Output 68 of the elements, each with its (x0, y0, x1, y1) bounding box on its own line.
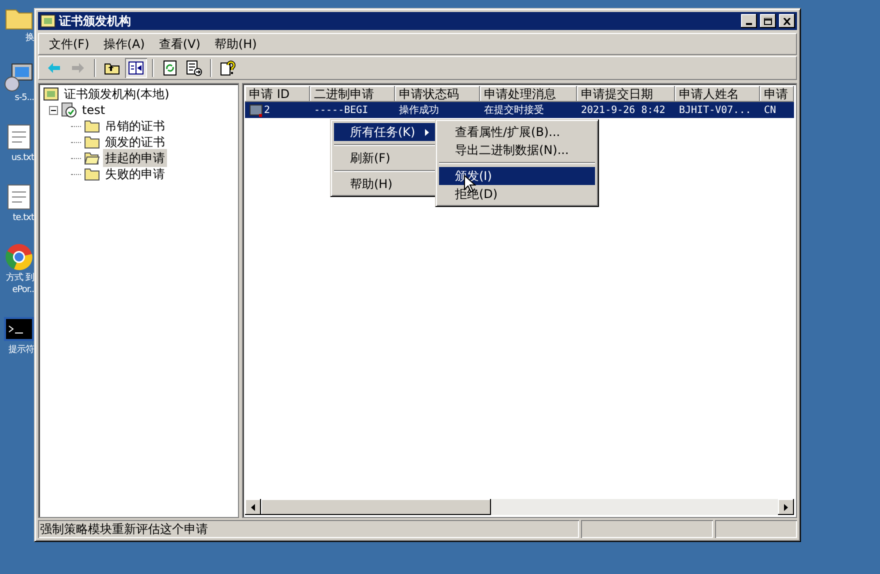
request-icon (249, 104, 263, 116)
folder-icon (84, 119, 100, 133)
computer-icon (4, 62, 34, 92)
toolbar-button[interactable] (125, 58, 147, 78)
column-header[interactable]: 申请处理消息 (480, 86, 577, 102)
desktop-icon-label[interactable]: ePor.. (12, 284, 34, 296)
menu-bar-item[interactable]: 查看(V) (152, 35, 206, 53)
forward-arrow-icon (70, 60, 86, 76)
table-cell-text: CN (764, 104, 776, 118)
tree-item[interactable]: 证书颁发机构(本地) (62, 85, 172, 103)
desktop-icon-label[interactable]: 方式 到 (6, 272, 34, 284)
submenu-arrow-icon (425, 128, 429, 136)
tree-item[interactable]: 挂起的申请 (103, 149, 167, 167)
menu-bar-item[interactable]: 操作(A) (97, 35, 151, 53)
export-list-icon (186, 60, 202, 76)
tree-item[interactable]: 吊销的证书 (103, 117, 167, 135)
left-arrow-icon (251, 504, 255, 510)
column-header[interactable]: 二进制申请 (310, 86, 395, 102)
desktop-icon-label[interactable]: us.txt (11, 152, 34, 164)
scrollbar-thumb[interactable] (261, 499, 491, 515)
column-header[interactable]: 申请 (760, 86, 794, 102)
tree-item[interactable]: 颁发的证书 (103, 133, 167, 151)
open-folder-icon (84, 151, 100, 165)
scroll-right-button[interactable] (778, 499, 794, 515)
folder-icon (84, 167, 100, 181)
panel-toggle-icon (128, 60, 144, 76)
table-cell-text: 2 (264, 104, 270, 118)
maximize-button[interactable] (760, 14, 776, 28)
right-arrow-icon (784, 504, 788, 510)
menu-item[interactable]: 帮助(H) (334, 175, 435, 193)
tree-item[interactable]: 失败的申请 (103, 165, 167, 183)
table-cell-text: BJHIT-V07... (679, 104, 752, 118)
minimize-button[interactable] (741, 14, 757, 28)
close-icon (783, 18, 791, 24)
menu-bar-item[interactable]: 帮助(H) (208, 35, 263, 53)
menu-item[interactable]: 导出二进制数据(N)... (439, 141, 595, 159)
maximize-icon (764, 18, 772, 24)
column-header[interactable]: 申请人姓名 (675, 86, 760, 102)
table-cell-text: 操作成功 (399, 104, 439, 118)
scroll-left-button[interactable] (245, 499, 261, 515)
terminal-icon (4, 314, 34, 344)
table-cell-text: 2021-9-26 8:42 (581, 104, 666, 118)
certificate-authority-icon (43, 86, 59, 102)
menu-item[interactable]: 查看属性/扩展(B)... (439, 123, 595, 141)
folder-icon (84, 135, 100, 149)
desktop-icon-label[interactable]: 换 (26, 32, 34, 44)
browser-icon (4, 242, 34, 272)
table-cell-text: 在提交时接受 (484, 104, 544, 118)
desktop-icon-label[interactable]: te.txt (12, 212, 34, 224)
menu-bar-item[interactable]: 文件(F) (43, 35, 96, 53)
menu-item[interactable]: 刷新(F) (334, 149, 435, 167)
refresh-icon (162, 60, 178, 76)
close-button[interactable] (779, 14, 795, 28)
menu-item[interactable]: 所有任务(K) (334, 123, 435, 141)
help-icon (220, 60, 236, 76)
window-title: 证书颁发机构 (59, 13, 132, 30)
column-header[interactable]: 申请状态码 (395, 86, 480, 102)
certificate-authority-icon (40, 13, 56, 29)
table-cell-text: -----BEGI (314, 104, 368, 118)
desktop-icon-label[interactable]: 提示符 (8, 344, 34, 356)
table-row[interactable]: 2 -----BEGI 操作成功 在提交时接受 2021-9-26 8:42 BJHIT-V07... CN (245, 102, 794, 118)
desktop-icon-label[interactable]: s-5... (14, 92, 34, 104)
server-check-icon (61, 102, 77, 118)
column-header[interactable]: 申请 ID (245, 86, 310, 102)
column-header[interactable]: 申请提交日期 (577, 86, 675, 102)
collapse-toggle[interactable] (49, 106, 58, 114)
tree-item[interactable]: test (80, 101, 108, 119)
status-text: 强制策略模块重新评估这个申请 (38, 520, 579, 538)
